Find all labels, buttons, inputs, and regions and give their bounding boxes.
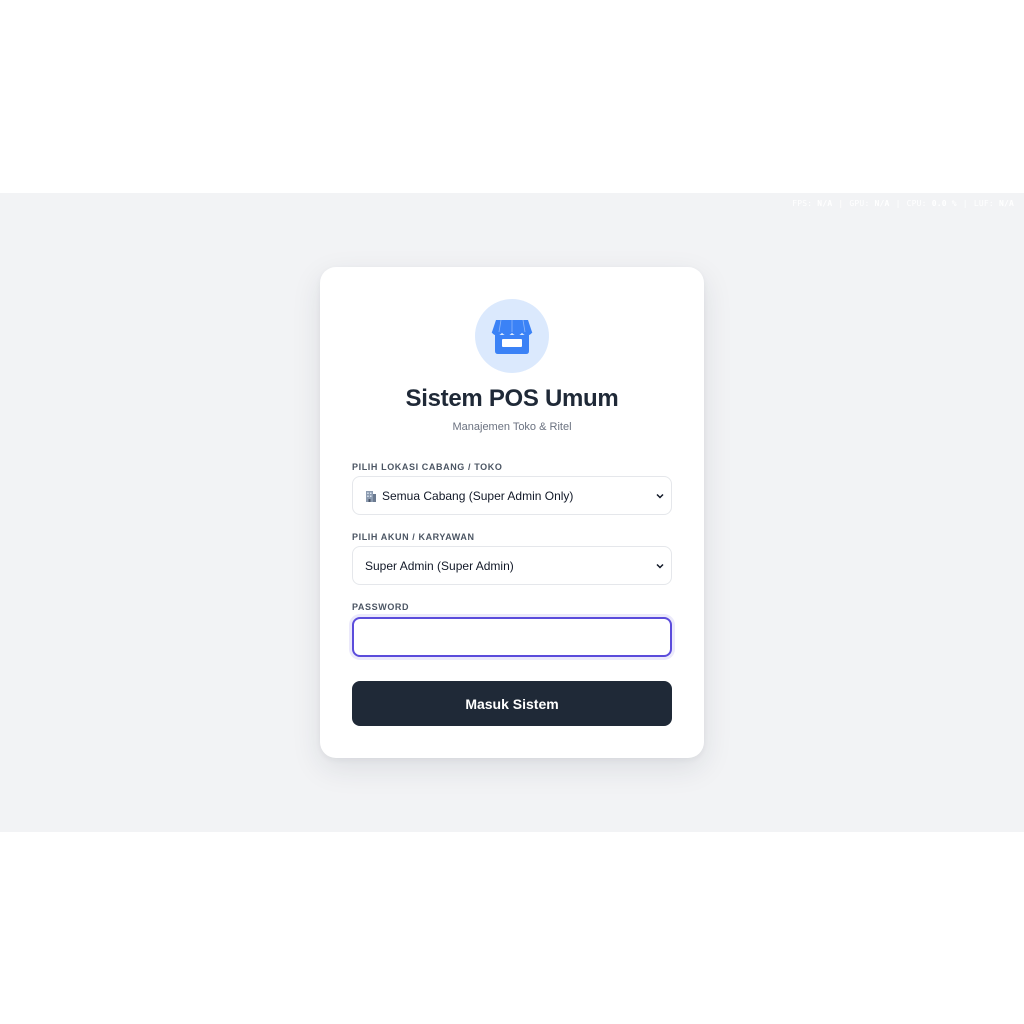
password-label: PASSWORD — [352, 602, 410, 612]
gpu-value: N/A — [874, 199, 890, 208]
login-button[interactable]: Masuk Sistem — [352, 681, 672, 726]
account-selected-value: Super Admin (Super Admin) — [365, 558, 514, 573]
chevron-down-icon — [656, 563, 664, 569]
page-subtitle: Manajemen Toko & Ritel — [452, 421, 572, 433]
luf-label: LUF: — [973, 199, 994, 208]
gpu-label: GPU: — [849, 199, 870, 208]
luf-value: N/A — [998, 199, 1014, 208]
password-input[interactable] — [352, 617, 672, 657]
office-building-icon — [366, 490, 376, 502]
login-card: Sistem POS Umum Manajemen Toko & Ritel P… — [320, 267, 704, 758]
page-title: Sistem POS Umum — [405, 385, 619, 412]
logo-badge — [475, 299, 549, 373]
branch-label: PILIH LOKASI CABANG / TOKO — [352, 462, 503, 472]
cpu-label: CPU: — [906, 199, 927, 208]
fps-value: N/A — [817, 199, 833, 208]
fps-label: FPS: — [792, 199, 813, 208]
account-label: PILIH AKUN / KARYAWAN — [352, 532, 475, 542]
branch-selected-value: Semua Cabang (Super Admin Only) — [382, 488, 574, 503]
cpu-value: 0.0 % — [931, 199, 957, 208]
account-select[interactable]: Super Admin (Super Admin) — [352, 546, 672, 585]
branch-select[interactable]: Semua Cabang (Super Admin Only) — [352, 476, 672, 515]
storefront-icon — [491, 319, 533, 354]
performance-overlay: FPS: N/A | GPU: N/A | CPU: 0.0 % | LUF: N/A — [792, 199, 1014, 208]
chevron-down-icon — [656, 493, 664, 499]
